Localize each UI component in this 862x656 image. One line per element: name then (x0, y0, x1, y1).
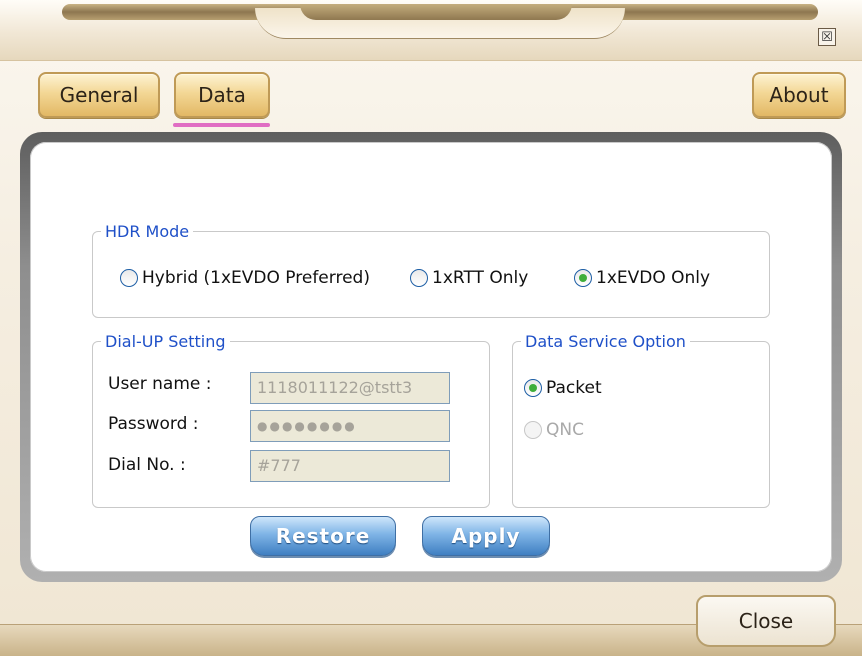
window-close-icon[interactable]: ☒ (818, 28, 836, 46)
dial-number-field[interactable]: #777 (250, 450, 450, 482)
hdr-option-hybrid-label: Hybrid (1xEVDO Preferred) (142, 268, 370, 288)
tab-general-label: General (59, 83, 139, 107)
tab-about[interactable]: About (752, 72, 846, 118)
tab-about-label: About (769, 83, 829, 107)
data-service-legend: Data Service Option (525, 332, 686, 351)
dialog-window: ☒ General Data About HDR Mode Hybrid (1x… (0, 0, 862, 656)
hdr-option-1xevdo-label: 1xEVDO Only (596, 268, 711, 288)
tab-data[interactable]: Data (174, 72, 270, 118)
radio-unchecked-icon[interactable] (410, 269, 428, 287)
dial-number-label: Dial No. : (108, 455, 186, 475)
hdr-option-hybrid[interactable]: Hybrid (1xEVDO Preferred) (120, 268, 370, 288)
hdr-option-1xrtt-label: 1xRTT Only (432, 268, 529, 288)
title-bar-notch-inner (300, 4, 572, 20)
hdr-option-1xevdo[interactable]: 1xEVDO Only (574, 268, 710, 288)
active-tab-indicator (173, 123, 270, 127)
service-option-qnc-label: QNC (546, 420, 584, 440)
close-button[interactable]: Close (696, 595, 836, 647)
radio-unchecked-icon[interactable] (120, 269, 138, 287)
radio-checked-icon[interactable] (574, 269, 592, 287)
apply-button[interactable]: Apply (422, 516, 550, 556)
service-option-packet[interactable]: Packet (524, 378, 602, 398)
hdr-option-1xrtt[interactable]: 1xRTT Only (410, 268, 528, 288)
hdr-mode-legend: HDR Mode (105, 222, 190, 241)
tab-general[interactable]: General (38, 72, 160, 118)
dialup-setting-legend: Dial-UP Setting (105, 332, 226, 351)
service-option-packet-label: Packet (546, 378, 602, 398)
username-label: User name : (108, 374, 212, 394)
service-option-qnc: QNC (524, 420, 584, 440)
title-bar (0, 0, 862, 61)
password-label: Password : (108, 414, 199, 434)
tab-data-label: Data (198, 83, 246, 107)
radio-disabled-icon (524, 421, 542, 439)
restore-button[interactable]: Restore (250, 516, 396, 556)
password-field[interactable]: ●●●●●●●● (250, 410, 450, 442)
radio-checked-icon[interactable] (524, 379, 542, 397)
username-field[interactable]: 1118011122@tstt3 (250, 372, 450, 404)
